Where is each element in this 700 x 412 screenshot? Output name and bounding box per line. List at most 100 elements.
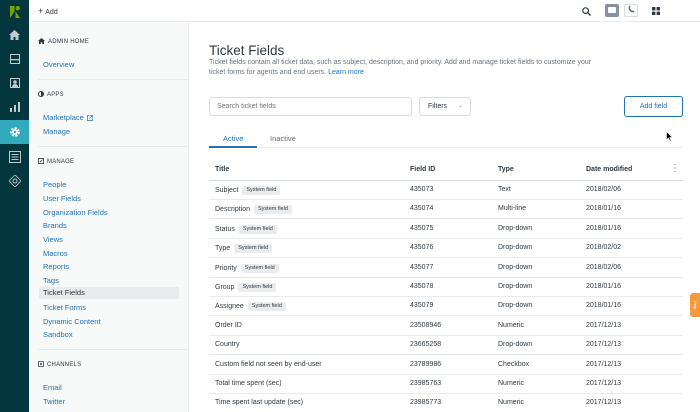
type-cell: Drop-down [498, 341, 533, 349]
add-button[interactable]: + Add [38, 6, 58, 16]
page-description: Ticket fields contain all ticket data, s… [209, 58, 609, 78]
field-title: Group [215, 284, 235, 291]
sidebar-item-sandbox[interactable]: Sandbox [43, 330, 73, 339]
search-input[interactable] [209, 97, 412, 116]
field-id-cell: 23985763 [410, 380, 442, 387]
sidebar-item-user-fields[interactable]: User Fields [43, 194, 81, 203]
sidebar-item-people[interactable]: People [43, 180, 66, 189]
sidebar-item-email[interactable]: Email [43, 383, 62, 392]
type-cell: Drop-down [498, 224, 533, 232]
marketplace-label: Marketplace [43, 113, 84, 122]
field-title: Country [215, 341, 240, 349]
admin-sidebar: ADMIN HOME Overview APPS Marketplace Man… [29, 23, 189, 412]
sidebar-item-dynamic-content[interactable]: Dynamic Content [43, 317, 101, 326]
sidebar-item-macros[interactable]: Macros [43, 249, 68, 258]
date-modified-cell: 2018/01/16 [586, 302, 622, 310]
table-row[interactable]: Custom field not seen by end-user 2378998… [209, 356, 683, 375]
field-id-cell: 435075 [410, 224, 434, 232]
sidebar-item-tags[interactable]: Tags [43, 276, 59, 285]
users-icon[interactable] [0, 71, 29, 95]
column-header-title[interactable]: Title [215, 166, 229, 173]
apps-icon[interactable] [0, 145, 29, 169]
table-row[interactable]: Status System field 435075 Drop-down 2018/01… [209, 220, 683, 239]
table-row[interactable]: Time spent last update (sec) 23985773 Nume… [209, 394, 683, 412]
views-icon[interactable] [0, 47, 29, 71]
manage-heading: MANAGE [38, 158, 74, 166]
field-id-cell: 23789986 [410, 360, 442, 368]
date-modified-cell: 2018/02/06 [586, 263, 622, 271]
help-widget-tab[interactable]: Help [690, 293, 700, 317]
table-row[interactable]: Subject System field 435073 Text 2018/02/06 [209, 181, 683, 200]
tab-active[interactable]: Active [223, 134, 243, 143]
chat-icon[interactable] [605, 4, 619, 17]
sidebar-item-brands[interactable]: Brands [43, 221, 67, 230]
sidebar-item-ticket-fields[interactable]: Ticket Fields [39, 287, 179, 299]
sidebar-item-views[interactable]: Views [43, 235, 63, 244]
page-description-text: Ticket fields contain all ticket data, s… [209, 59, 592, 76]
channels-heading: CHANNELS [38, 361, 81, 369]
zendesk-logo-icon[interactable] [0, 0, 29, 24]
add-field-button[interactable]: Add field [624, 96, 683, 117]
product-tray-icon[interactable] [650, 5, 662, 17]
reporting-icon[interactable] [0, 95, 29, 119]
type-cell: Drop-down [498, 283, 533, 290]
field-title: Status [215, 225, 235, 233]
half-circle-icon [38, 91, 44, 99]
type-cell: Drop-down [498, 263, 533, 271]
sidebar-divider [38, 146, 188, 147]
sidebar-item-reports[interactable]: Reports [43, 262, 69, 271]
date-modified-cell: 2017/12/13 [586, 341, 622, 349]
column-header-field-id[interactable]: Field ID [410, 166, 435, 173]
type-cell: Multi-line [498, 205, 527, 213]
home-icon[interactable] [0, 23, 29, 47]
column-header-type[interactable]: Type [498, 166, 514, 173]
table-row[interactable]: Order ID 23508946 Numeric 2017/12/13 [209, 317, 683, 336]
table-row[interactable]: Type System field 435076 Drop-down 2018/02/0… [209, 239, 683, 259]
apps-heading: APPS [38, 91, 64, 99]
table-row[interactable]: Total time spent (sec) 23985763 Numeric 201… [209, 375, 683, 394]
type-cell: Numeric [498, 399, 525, 407]
phone-icon[interactable] [624, 4, 638, 17]
date-modified-cell: 2018/02/02 [586, 244, 622, 252]
house-icon [38, 38, 45, 46]
manage-heading-label: MANAGE [47, 159, 75, 165]
search-icon[interactable] [580, 5, 592, 17]
field-id-cell: 23508946 [410, 321, 442, 329]
sidebar-divider [38, 79, 188, 80]
chevron-down-icon: ⌄ [457, 103, 463, 109]
date-modified-cell: 2017/12/13 [586, 360, 622, 368]
field-title: Custom field not seen by end-user [215, 360, 322, 368]
sidebar-item-ticket-forms[interactable]: Ticket Forms [43, 303, 86, 312]
learn-more-link[interactable]: Learn more [328, 69, 364, 76]
table-row[interactable]: Description System field 435074 Multi-line 2… [209, 200, 683, 220]
field-title: Type [215, 245, 231, 253]
tab-inactive[interactable]: Inactive [270, 134, 296, 143]
sidebar-item-overview[interactable]: Overview [43, 60, 74, 69]
column-header-date-modified[interactable]: Date modified [586, 166, 632, 173]
date-modified-cell: 2018/01/16 [586, 205, 622, 213]
field-title: Total time spent (sec) [215, 380, 282, 387]
title-cell: Total time spent (sec) [215, 380, 282, 387]
table-row[interactable]: Country 23665258 Drop-down 2017/12/13 [209, 336, 683, 356]
title-cell: Country [215, 341, 240, 348]
sidebar-item-organization-fields[interactable]: Organization Fields [43, 208, 108, 217]
sidebar-item-twitter[interactable]: Twitter [43, 397, 65, 406]
more-options-icon[interactable]: ⋮ [670, 164, 680, 174]
system-field-badge: System field [238, 283, 277, 292]
sidebar-divider [38, 349, 188, 350]
admin-gear-icon[interactable] [0, 120, 29, 144]
field-id-cell: 435077 [410, 263, 434, 271]
sidebar-item-manage-apps[interactable]: Manage [43, 127, 70, 136]
table-row[interactable]: Priority System field 435077 Drop-down 2018/… [209, 259, 683, 278]
sidebar-item-marketplace[interactable]: Marketplace [43, 113, 93, 122]
plus-icon: + [38, 6, 44, 16]
title-cell: Type System field [215, 244, 273, 254]
filters-label: Filters [428, 103, 448, 110]
system-field-badge: System field [242, 186, 281, 195]
table-row[interactable]: Group System field 435078 Drop-down 2018/01/… [209, 278, 683, 297]
table-row[interactable]: Assignee System field 435079 Drop-down 2018/… [209, 297, 683, 317]
filters-dropdown[interactable]: Filters ⌄ [419, 97, 471, 116]
channels-icon[interactable] [0, 169, 29, 193]
system-field-badge: System field [254, 205, 292, 215]
field-id-cell: 23665258 [410, 341, 442, 349]
